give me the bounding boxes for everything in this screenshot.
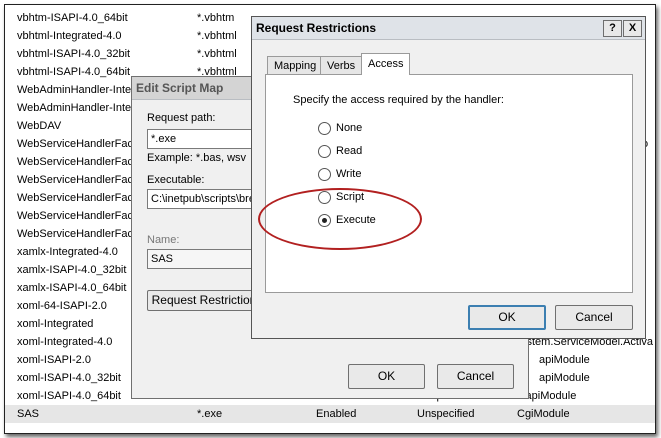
handler-name: WebAdminHandler-Inte	[17, 84, 132, 96]
close-icon[interactable]: X	[623, 20, 642, 37]
tab-verbs[interactable]: Verbs	[320, 56, 363, 75]
radio-label: None	[336, 122, 363, 134]
cancel-button[interactable]: Cancel	[555, 305, 633, 330]
radio-label: Read	[336, 145, 363, 157]
handler-name: WebServiceHandlerFact	[17, 138, 137, 150]
handler-name: WebServiceHandlerFact	[17, 174, 137, 186]
ok-button[interactable]: OK	[468, 305, 546, 330]
handler-name: WebServiceHandlerFact	[17, 156, 137, 168]
dialog-title: Request Restrictions	[252, 17, 645, 40]
access-tab-panel: Specify the access required by the handl…	[265, 74, 633, 293]
handler-name: vbhtml-ISAPI-4.0_32bit	[17, 48, 131, 60]
radio-button[interactable]	[318, 168, 331, 181]
highlight-annotation	[258, 188, 422, 250]
list-cell-fragment: apiModule	[539, 354, 590, 366]
executable-input[interactable]: C:\inetpub\scripts\bre	[147, 189, 252, 209]
handler-name: WebAdminHandler-Inte	[17, 102, 132, 114]
handler-name: WebServiceHandlerFact	[17, 210, 137, 222]
tab-mapping[interactable]: Mapping	[267, 56, 324, 75]
executable-label: Executable:	[147, 174, 205, 186]
table-row-selected[interactable]: SAS *.exe Enabled Unspecified CgiModule	[5, 405, 655, 423]
handler-path: *.vbhtm	[197, 12, 235, 24]
handler-name: xamlx-ISAPI-4.0_64bit	[17, 282, 127, 294]
handler-path: *.exe	[197, 408, 223, 420]
handler-name: xamlx-ISAPI-4.0_32bit	[17, 264, 127, 276]
handler-name: SAS	[17, 408, 40, 420]
radio-label: Write	[336, 168, 362, 180]
name-label: Name:	[147, 234, 180, 246]
tab-access[interactable]: Access	[361, 53, 411, 75]
handler-name: xoml-ISAPI-4.0_32bit	[17, 372, 121, 384]
handler-module: CgiModule	[517, 408, 570, 420]
radio-button[interactable]	[318, 122, 331, 135]
handler-type: Unspecified	[417, 408, 475, 420]
access-instruction: Specify the access required by the handl…	[293, 94, 504, 106]
handler-name: xoml-64-ISAPI-2.0	[17, 300, 107, 312]
handler-name: xamlx-Integrated-4.0	[17, 246, 118, 258]
handler-name: WebDAV	[17, 120, 62, 132]
handler-name: vbhtm-ISAPI-4.0_64bit	[17, 12, 128, 24]
request-restrictions-dialog: Request Restrictions ? X Mapping Verbs A…	[251, 16, 646, 339]
handler-name: xoml-Integrated	[17, 318, 94, 330]
request-path-label: Request path:	[147, 112, 216, 124]
radio-button[interactable]	[318, 145, 331, 158]
help-icon[interactable]: ?	[603, 20, 622, 37]
ok-button[interactable]: OK	[348, 364, 425, 389]
handler-name: vbhtml-ISAPI-4.0_64bit	[17, 66, 131, 78]
handler-name: xoml-Integrated-4.0	[17, 336, 113, 348]
example-text: Example: *.bas, wsv	[147, 152, 247, 164]
handler-name: vbhtml-Integrated-4.0	[17, 30, 122, 42]
name-input[interactable]: SAS	[147, 249, 252, 269]
list-cell-fragment: apiModule	[539, 372, 590, 384]
handler-path: *.vbhtml	[197, 30, 237, 42]
handler-name: WebServiceHandlerFact	[17, 228, 137, 240]
cancel-button[interactable]: Cancel	[437, 364, 514, 389]
handler-state: Enabled	[316, 408, 357, 420]
request-path-input[interactable]: *.exe	[147, 129, 252, 149]
handler-name: xoml-ISAPI-2.0	[17, 354, 91, 366]
screenshot-frame: vbhtm-ISAPI-4.0_64bit *.vbhtm vbhtml-Inte…	[4, 4, 656, 434]
handler-name: xoml-ISAPI-4.0_64bit	[17, 390, 121, 402]
request-restrictions-button[interactable]: Request Restrictions	[147, 290, 267, 311]
handler-name: WebServiceHandlerFact	[17, 192, 137, 204]
handler-path: *.vbhtml	[197, 48, 237, 60]
